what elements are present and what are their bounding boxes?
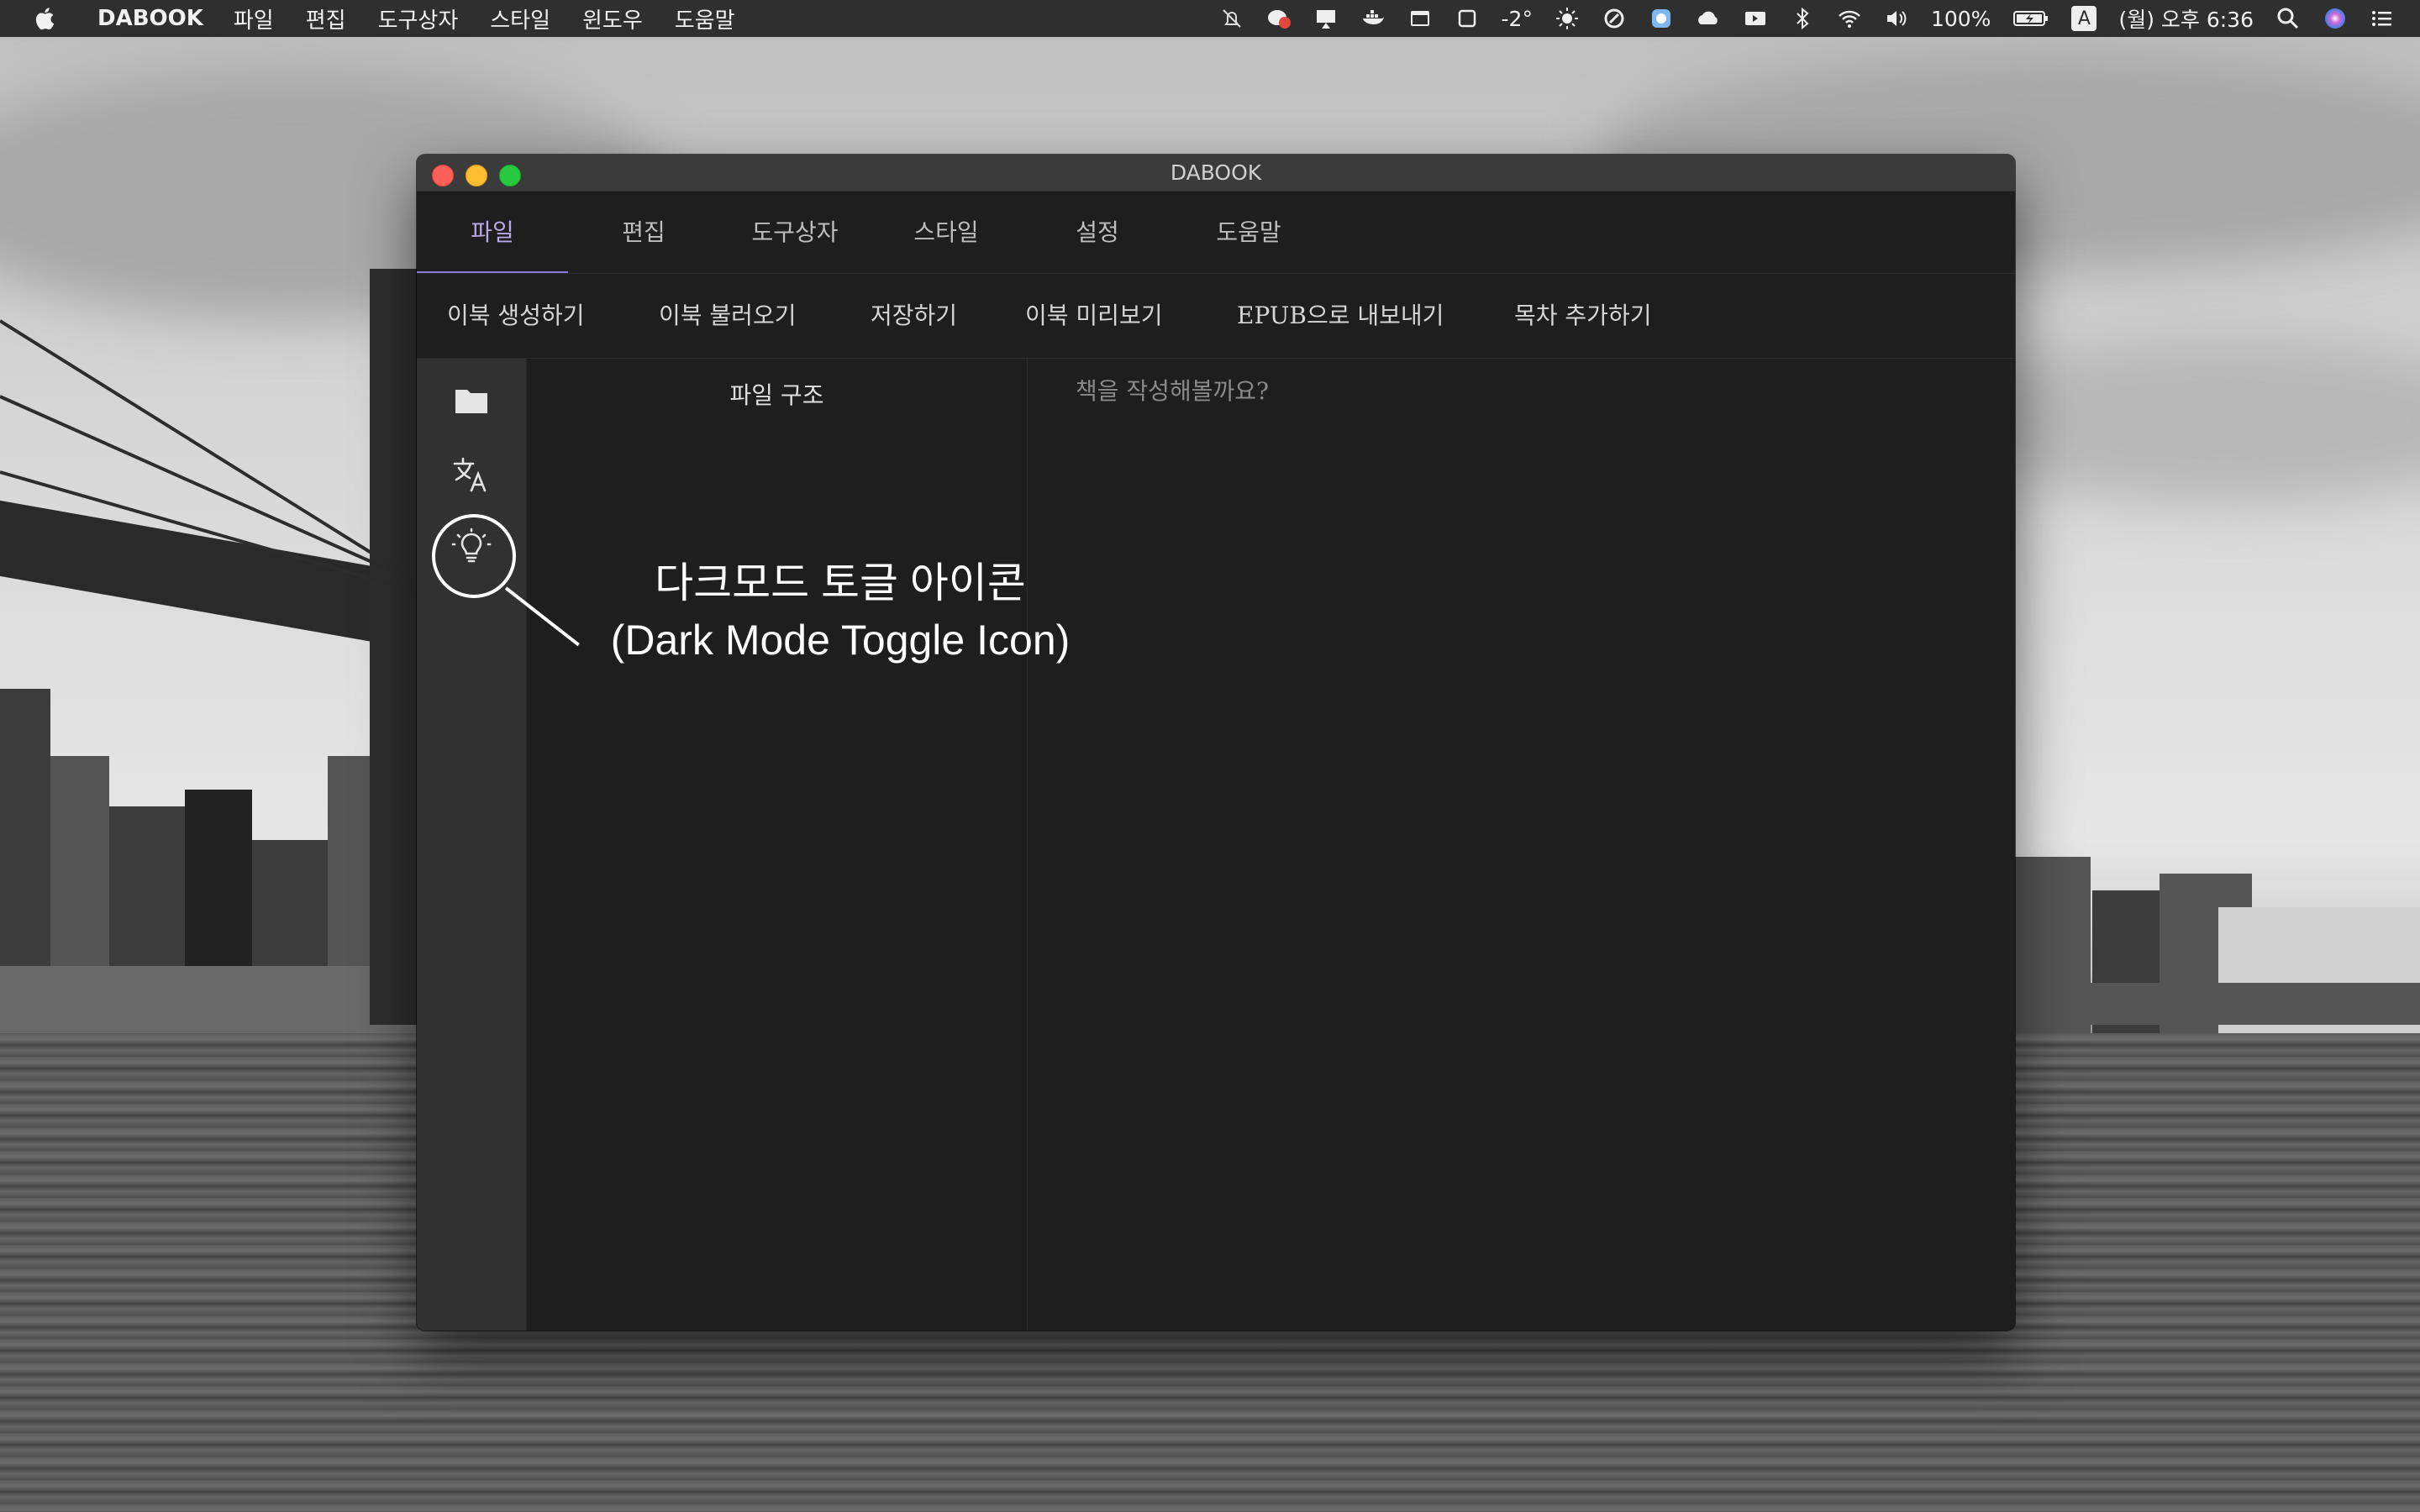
chat-app-icon[interactable] xyxy=(1266,6,1292,31)
menu-bar: DABOOK 파일 편집 도구상자 스타일 윈도우 도움말 -2° 100% A… xyxy=(0,0,2420,37)
cloud-icon[interactable] xyxy=(1696,6,1721,31)
menubar-window[interactable]: 윈도우 xyxy=(582,3,643,34)
search-icon[interactable] xyxy=(2275,6,2301,31)
title-bar[interactable]: DABOOK xyxy=(417,155,2015,192)
docker-icon[interactable] xyxy=(1360,6,1386,31)
annotation-line-korean: 다크모드 토글 아이콘 xyxy=(655,559,1026,606)
export-epub-button[interactable]: EPUB으로 내보내기 xyxy=(1237,274,1444,358)
sun-icon[interactable] xyxy=(1555,6,1580,31)
icon-sidebar xyxy=(417,359,527,1331)
annotation-circle xyxy=(432,514,516,598)
annotation-label: 다크모드 토글 아이콘 (Dark Mode Toggle Icon) xyxy=(571,554,1109,669)
menubar-edit[interactable]: 편집 xyxy=(306,3,346,34)
tab-edit[interactable]: 편집 xyxy=(568,192,719,273)
editor-input[interactable] xyxy=(1074,369,1960,412)
create-ebook-button[interactable]: 이북 생성하기 xyxy=(447,274,584,358)
media-icon[interactable] xyxy=(1743,6,1768,31)
menubar-style[interactable]: 스타일 xyxy=(490,3,550,34)
translate-icon[interactable] xyxy=(446,449,497,500)
battery-percentage[interactable]: 100% xyxy=(1931,7,1991,31)
volume-icon[interactable] xyxy=(1884,6,1909,31)
file-toolbar: 이북 생성하기 이북 불러오기 저장하기 이북 미리보기 EPUB으로 내보내기… xyxy=(417,274,2015,358)
bluetooth-icon[interactable] xyxy=(1790,6,1815,31)
menubar-help[interactable]: 도움말 xyxy=(675,3,735,34)
tab-toolbox[interactable]: 도구상자 xyxy=(719,192,871,273)
tab-bar: 파일 편집 도구상자 스타일 설정 도움말 xyxy=(417,192,2015,275)
menubar-clock[interactable]: (월) 오후 6:36 xyxy=(2118,3,2254,34)
editor-panel[interactable] xyxy=(1028,359,2015,1331)
add-toc-button[interactable]: 목차 추가하기 xyxy=(1514,274,1651,358)
annotation-line-english: (Dark Mode Toggle Icon) xyxy=(610,617,1071,664)
tab-style[interactable]: 스타일 xyxy=(871,192,1022,273)
tab-settings[interactable]: 설정 xyxy=(1022,192,1173,273)
battery-charging-icon[interactable] xyxy=(2012,6,2049,31)
app-status-icon[interactable] xyxy=(1649,6,1674,31)
folder-icon[interactable] xyxy=(446,375,497,426)
siri-icon[interactable] xyxy=(2323,6,2348,31)
menubar-toolbox[interactable]: 도구상자 xyxy=(378,3,459,34)
menubar-app-name[interactable]: DABOOK xyxy=(97,6,203,31)
display-icon[interactable] xyxy=(1455,6,1480,31)
file-structure-panel: 파일 구조 xyxy=(527,359,1028,1331)
screen-share-icon[interactable] xyxy=(1313,6,1339,31)
notification-center-icon[interactable] xyxy=(2370,6,2395,31)
notifications-off-icon[interactable] xyxy=(1219,6,1244,31)
wifi-icon[interactable] xyxy=(1837,6,1862,31)
tab-help[interactable]: 도움말 xyxy=(1173,192,1324,273)
window-manager-icon[interactable] xyxy=(1407,6,1433,31)
file-structure-title: 파일 구조 xyxy=(729,381,824,409)
sync-icon[interactable] xyxy=(1602,6,1627,31)
input-source-indicator[interactable]: A xyxy=(2071,6,2097,31)
weather-temperature[interactable]: -2° xyxy=(1502,7,1533,31)
app-window: DABOOK 파일 편집 도구상자 스타일 설정 도움말 이북 생성하기 이북 … xyxy=(417,155,2015,1331)
main-content: 파일 구조 xyxy=(527,359,2015,1331)
save-button[interactable]: 저장하기 xyxy=(871,274,957,358)
tab-file[interactable]: 파일 xyxy=(417,192,568,273)
window-title: DABOOK xyxy=(1170,160,1262,185)
menubar-file[interactable]: 파일 xyxy=(234,3,274,34)
preview-ebook-button[interactable]: 이북 미리보기 xyxy=(1025,274,1162,358)
load-ebook-button[interactable]: 이북 불러오기 xyxy=(659,274,796,358)
apple-menu-icon[interactable] xyxy=(34,0,59,37)
